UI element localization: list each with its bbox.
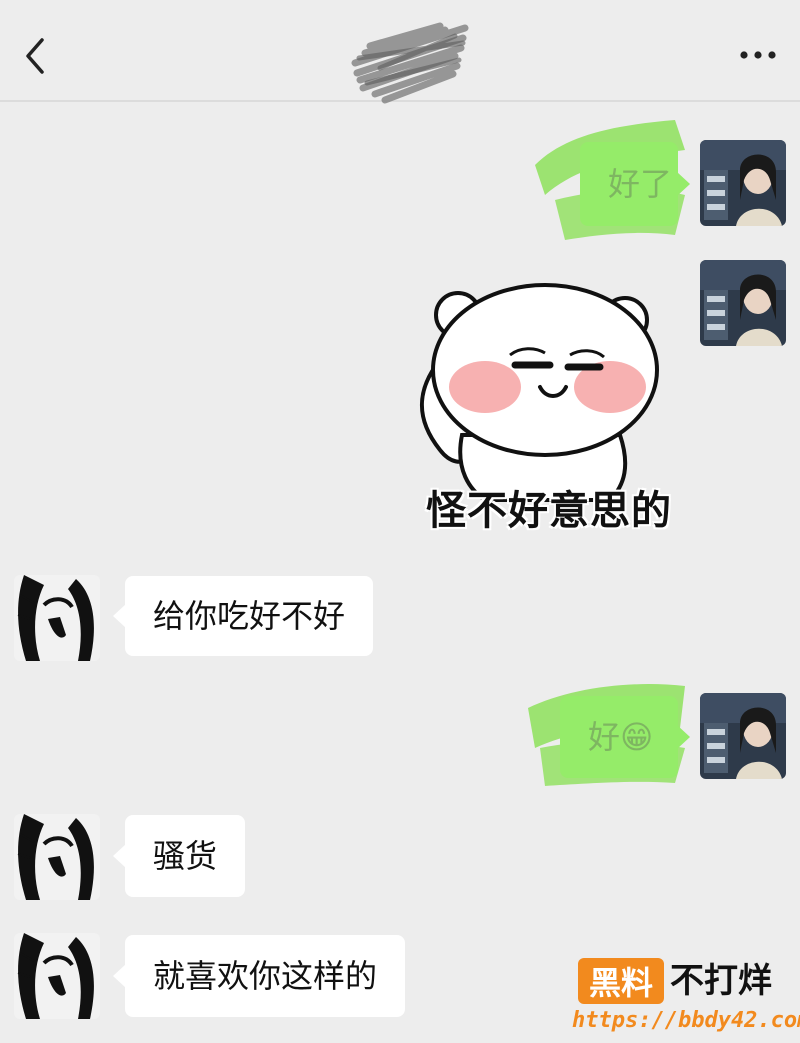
self-avatar[interactable] <box>700 260 786 346</box>
more-options-button[interactable] <box>738 40 778 70</box>
self-avatar[interactable] <box>700 140 786 226</box>
more-dots-icon <box>740 51 776 59</box>
message-bubble-contact[interactable]: 就喜欢你这样的 <box>112 935 406 1017</box>
message-text: 好😁 <box>588 718 654 756</box>
chat-header <box>0 0 800 104</box>
contact-avatar[interactable] <box>14 933 100 1019</box>
message-bubble-self[interactable]: 好了 <box>580 142 690 226</box>
site-watermark: 黑料 不打烊 https://bbdy42.com <box>572 952 800 1043</box>
message-bubble-contact[interactable]: 骚货 <box>112 815 246 897</box>
self-avatar[interactable] <box>700 693 786 779</box>
watermark-url: https://bbdy42.com <box>572 1008 800 1033</box>
contact-avatar[interactable] <box>14 575 100 661</box>
message-bubble-contact[interactable]: 给你吃好不好 <box>112 576 374 656</box>
message-text: 给你吃好不好 <box>153 597 346 635</box>
chevron-left-icon <box>26 38 44 74</box>
back-button[interactable] <box>16 34 56 78</box>
watermark-text: 不打烊 <box>670 961 772 1001</box>
message-text: 好了 <box>608 165 673 203</box>
message-text: 骚货 <box>153 837 218 875</box>
message-text: 就喜欢你这样的 <box>153 957 378 995</box>
chat-title-redacted <box>345 8 475 108</box>
contact-avatar[interactable] <box>14 814 100 900</box>
message-bubble-self[interactable]: 好😁 <box>560 696 690 778</box>
sticker-message[interactable]: 怪不好意思的 <box>400 275 690 540</box>
sticker-caption: 怪不好意思的 <box>426 488 672 534</box>
watermark-badge: 黑料 <box>578 958 664 1004</box>
